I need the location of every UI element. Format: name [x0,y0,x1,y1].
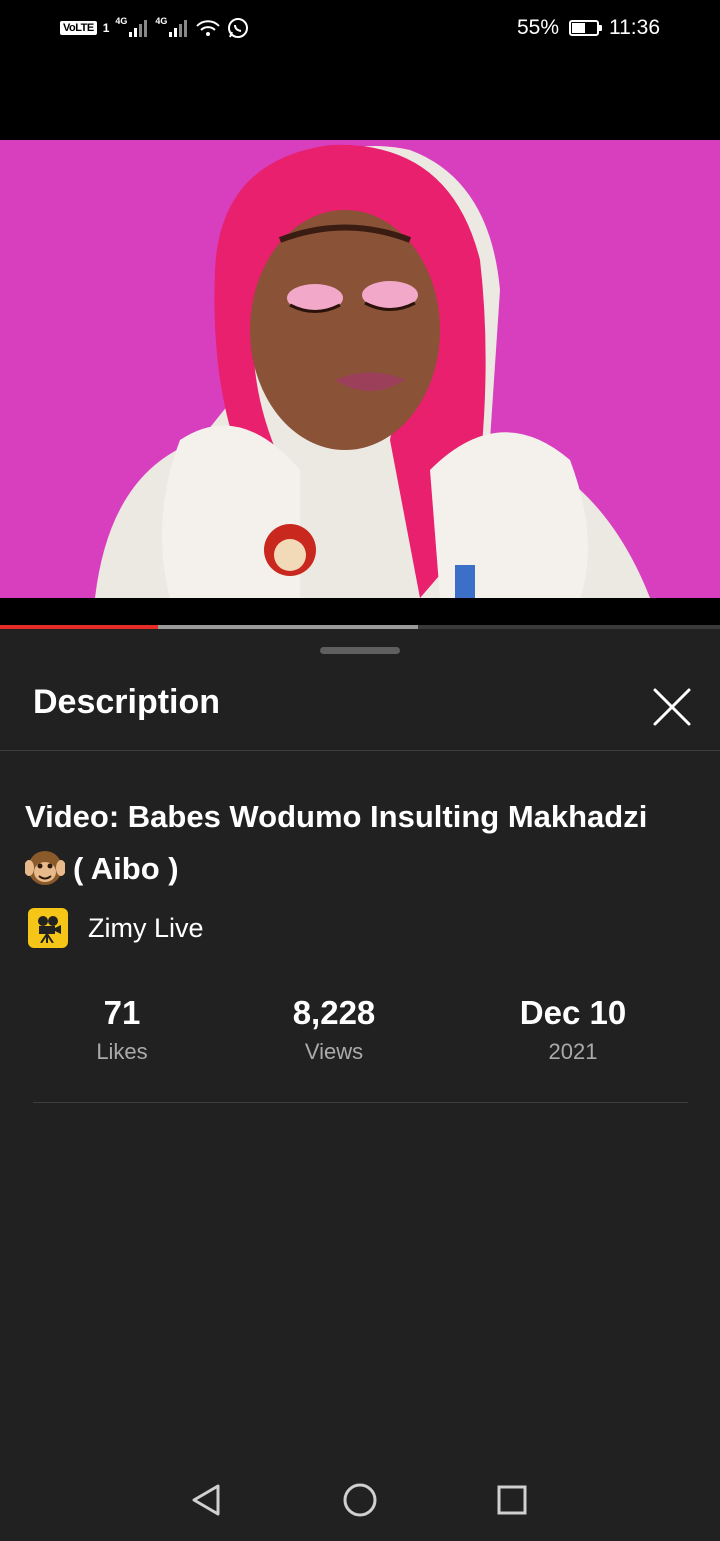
recents-icon [497,1485,527,1515]
network-type-1: 4G [115,16,128,26]
system-navigation-bar [0,1460,720,1541]
channel-avatar[interactable] [28,908,68,948]
back-button[interactable] [186,1480,226,1520]
description-sheet: Description Video: Babes Wodumo Insultin… [0,631,720,1541]
hear-no-evil-monkey-icon [25,850,65,885]
progress-played [0,625,159,629]
battery-icon [569,20,602,36]
video-title-line2: ( Aibo ) [73,851,179,886]
wifi-icon [196,20,221,36]
drag-handle[interactable] [320,647,400,654]
video-title-line1: Video: Babes Wodumo Insulting Makhadzi [25,799,648,834]
battery-percent: 55% [516,16,559,39]
video-title: Video: Babes Wodumo Insulting Makhadzi (… [25,791,695,895]
channel-row[interactable]: Zimy Live [28,907,204,949]
publish-year: 2021 [548,1039,598,1064]
sheet-header: Description [0,671,720,751]
stats-row: 71 Likes 8,228 Views Dec 10 2021 [0,993,720,1073]
likes-count: 71 [103,994,141,1031]
publish-date: Dec 10 [519,994,627,1031]
home-button[interactable] [340,1480,380,1520]
views-count: 8,228 [292,994,376,1031]
network-type-2: 4G [155,16,168,26]
channel-name[interactable]: Zimy Live [88,913,204,944]
volte-badge: VoLTE [60,21,97,35]
sheet-title: Description [33,683,221,721]
video-progress-bar[interactable] [0,625,720,629]
stat-views: 8,228 Views [234,993,434,1065]
status-indicators: VoLTE 1 4G 4G [60,14,249,42]
camera-reel-icon [38,916,61,943]
stat-date: Dec 10 2021 [473,993,673,1065]
clock: 11:36 [609,16,660,39]
whatsapp-icon [228,18,249,38]
video-thumbnail [0,140,720,598]
likes-label: Likes [96,1039,148,1064]
sim-slot: 1 [102,21,110,35]
signal-icon [129,20,148,37]
divider [0,750,720,751]
status-bar: VoLTE 1 4G 4G 55% 11:36 [0,0,720,56]
video-player[interactable] [0,56,720,626]
divider [33,1102,688,1103]
home-icon [343,1483,377,1517]
views-label: Views [304,1039,364,1064]
recents-button[interactable] [492,1480,532,1520]
battery-level [572,23,586,33]
close-button[interactable] [648,683,696,731]
close-icon [653,688,691,726]
stat-likes: 71 Likes [22,993,222,1065]
signal-icon [169,20,188,37]
back-icon [192,1484,220,1516]
status-right: 55% 11:36 [517,14,660,42]
